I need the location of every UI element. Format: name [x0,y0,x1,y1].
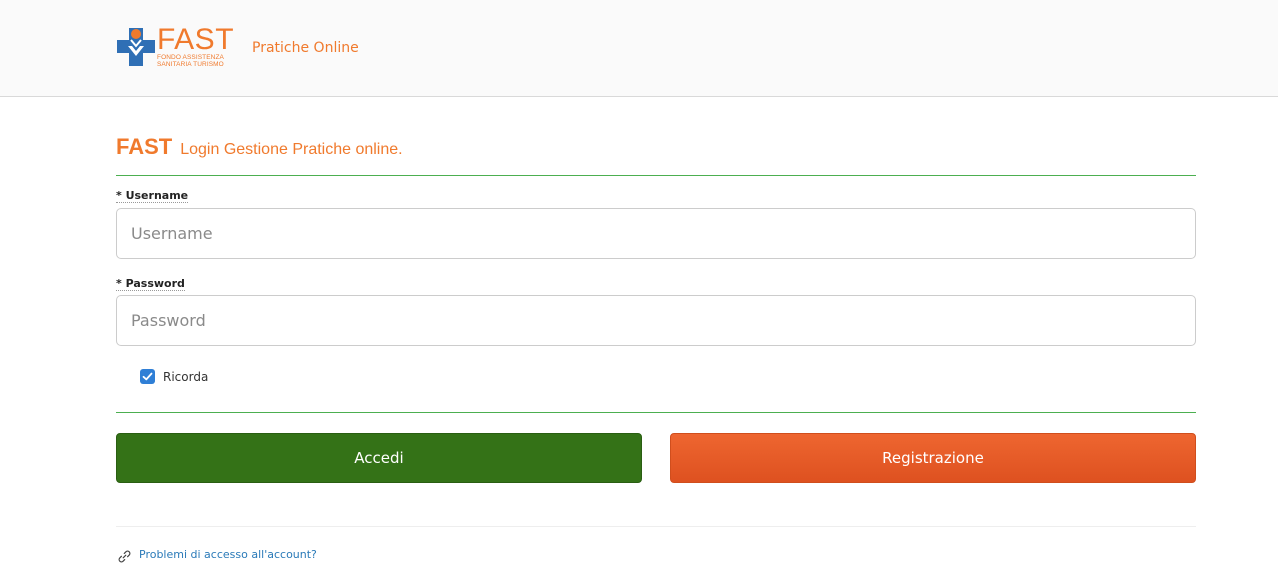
link-icon [118,548,131,563]
account-help-text[interactable]: Problemi di accesso all'account? [139,548,317,561]
brand[interactable]: FAST FONDO ASSISTENZA SANITARIA TURISMO … [116,22,359,72]
remember-label[interactable]: Ricorda [163,370,208,384]
page-title-text: Login Gestione Pratiche online. [180,141,403,158]
top-header: FAST FONDO ASSISTENZA SANITARIA TURISMO … [0,0,1278,97]
account-help-link[interactable]: Problemi di accesso all'account? [118,548,317,563]
check-icon[interactable] [140,369,155,384]
fast-cross-logo-icon [116,26,156,68]
password-input[interactable] [116,295,1196,346]
page-title: FAST Login Gestione Pratiche online. [116,134,1196,176]
login-form: FAST Login Gestione Pratiche online. * U… [116,97,1196,563]
logo-subtitle-line2: SANITARIA TURISMO [157,61,224,68]
remember-checkbox[interactable]: Ricorda [140,369,208,384]
site-title: Pratiche Online [252,40,359,56]
footer-divider [116,526,1196,527]
username-input[interactable] [116,208,1196,259]
register-button[interactable]: Registrazione [670,433,1196,483]
logo-text: FAST [157,23,235,56]
form-divider [116,412,1196,413]
page-title-brand: FAST [116,134,173,159]
logo-subtitle-line1: FONDO ASSISTENZA [157,54,224,61]
logo-wordmark: FAST FONDO ASSISTENZA SANITARIA TURISMO [157,23,235,69]
password-label: * Password [116,277,185,291]
login-button[interactable]: Accedi [116,433,642,483]
username-label: * Username [116,189,189,203]
